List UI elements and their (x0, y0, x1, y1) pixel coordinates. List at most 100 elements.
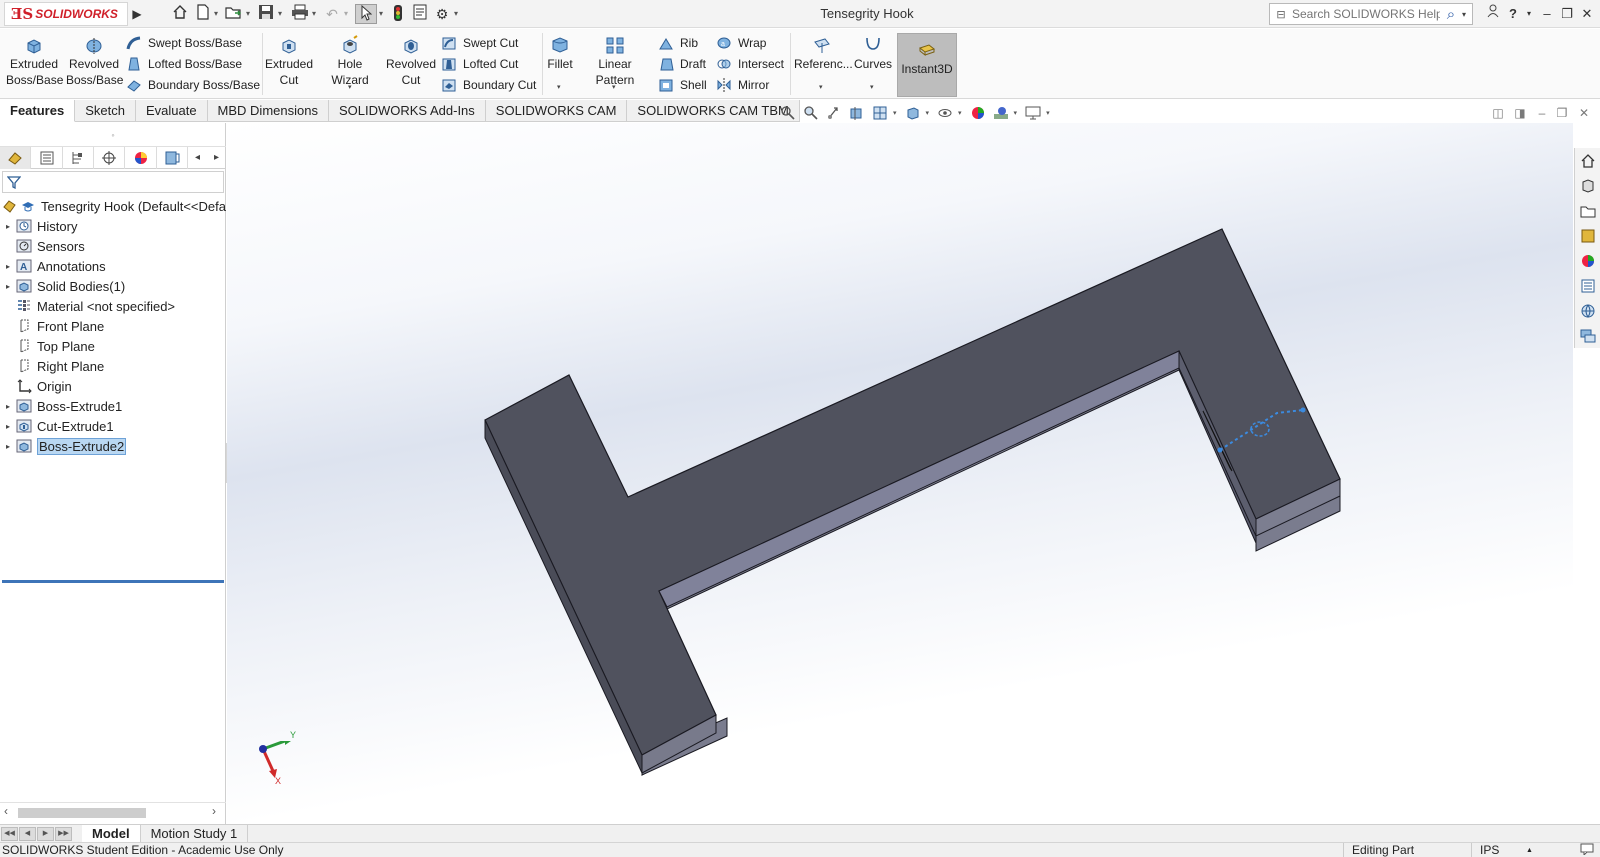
panel-grip-handle[interactable]: ◦ (0, 123, 226, 147)
expand-arrow-icon[interactable]: ▸ (0, 222, 16, 231)
save-dropdown-icon[interactable]: ▾ (276, 4, 284, 24)
tab-features[interactable]: Features (0, 100, 76, 122)
print-icon[interactable] (290, 4, 310, 24)
graphics-area[interactable]: Y X (227, 123, 1573, 824)
tab-mbd-dimensions[interactable]: MBD Dimensions (207, 100, 329, 122)
file-explorer-icon[interactable] (1576, 199, 1600, 223)
save-icon[interactable] (256, 4, 276, 24)
tree-item-solid-bodies[interactable]: ▸ Solid Bodies(1) (0, 276, 226, 296)
print-dropdown-icon[interactable]: ▾ (310, 4, 318, 24)
tabs-scroll-left-icon[interactable]: ◂ (188, 147, 207, 169)
property-manager-tab-icon[interactable] (31, 147, 63, 169)
section-view-icon[interactable] (847, 104, 867, 122)
swept-cut-button[interactable]: Swept Cut (441, 33, 518, 53)
tree-item-boss-extrude1[interactable]: ▸ Boss-Extrude1 (0, 396, 226, 416)
viewport-tile-left-icon[interactable]: ◫ (1490, 105, 1506, 121)
view-palette-icon[interactable] (1576, 224, 1600, 248)
tree-filter-box[interactable] (2, 171, 224, 193)
next-tab-icon[interactable]: ▶ (37, 826, 54, 841)
viewport-restore-icon[interactable]: ❐ (1554, 105, 1570, 121)
display-manager-tab-icon[interactable] (125, 147, 157, 169)
expand-arrow-icon[interactable]: ▸ (0, 282, 16, 291)
curves-dropdown-icon[interactable]: ▾ (870, 83, 874, 91)
cam-feature-tree-tab-icon[interactable] (157, 147, 189, 169)
tab-evaluate[interactable]: Evaluate (135, 100, 208, 122)
view-settings-dropdown-icon[interactable]: ▾ (1046, 109, 1050, 117)
tree-item-boss-extrude2[interactable]: ▸ Boss-Extrude2 (0, 436, 226, 456)
search-icon[interactable]: ⌕ (1440, 6, 1462, 23)
instant3d-button[interactable]: Instant3D (897, 33, 957, 97)
expand-arrow-icon[interactable]: ▸ (0, 422, 16, 431)
apply-scene-dropdown-icon[interactable]: ▾ (1014, 109, 1018, 117)
select-arrow-icon[interactable] (355, 4, 377, 24)
expand-arrow-icon[interactable]: ▸ (0, 262, 16, 271)
hide-show-dropdown-icon[interactable]: ▾ (958, 109, 962, 117)
view-orientation-dropdown-icon[interactable]: ▾ (893, 109, 897, 117)
restore-window-icon[interactable]: ❐ (1558, 4, 1576, 24)
wrap-button[interactable]: a Wrap (716, 33, 766, 53)
fillet-button[interactable]: Fillet (546, 35, 574, 72)
unit-system-selector[interactable]: IPS ▲ (1471, 843, 1561, 857)
home-icon[interactable] (170, 4, 190, 24)
tree-root-part[interactable]: Tensegrity Hook (Default<<Default> (0, 196, 226, 216)
mirror-button[interactable]: Mirror (716, 75, 769, 95)
boundary-cut-button[interactable]: Boundary Cut (441, 75, 536, 95)
scroll-right-icon[interactable]: › (212, 804, 216, 818)
status-chat-icon[interactable] (1580, 843, 1594, 857)
hole-wizard-button[interactable]: Hole Wizard (318, 35, 382, 88)
linear-pattern-dropdown-icon[interactable]: ▾ (612, 83, 616, 91)
revolved-cut-button[interactable]: Revolved Cut (386, 35, 436, 88)
lofted-cut-button[interactable]: Lofted Cut (441, 54, 518, 74)
feature-manager-tab-icon[interactable] (0, 147, 32, 169)
collaboration-chat-icon[interactable] (1576, 324, 1600, 348)
help-dropdown-icon[interactable]: ▾ (1520, 4, 1538, 24)
intersect-button[interactable]: Intersect (716, 54, 784, 74)
tree-item-front-plane[interactable]: Front Plane (0, 316, 226, 336)
scroll-left-icon[interactable]: ‹ (4, 804, 8, 818)
undo-icon[interactable]: ↶ (322, 4, 342, 24)
file-properties-icon[interactable] (410, 4, 430, 24)
undo-dropdown-icon[interactable]: ▾ (342, 4, 350, 24)
expand-arrow-icon[interactable]: ▸ (0, 402, 16, 411)
tab-sketch[interactable]: Sketch (75, 100, 136, 122)
view-settings-icon[interactable] (1023, 104, 1043, 122)
draft-button[interactable]: Draft (658, 54, 706, 74)
tree-item-right-plane[interactable]: Right Plane (0, 356, 226, 376)
edit-appearance-icon[interactable] (968, 104, 988, 122)
model-3d-view[interactable] (227, 123, 1573, 824)
options-dropdown-icon[interactable]: ▾ (452, 4, 460, 24)
revolved-boss-button[interactable]: Revolved Boss/Base (66, 35, 123, 88)
scrollbar-thumb[interactable] (18, 808, 146, 818)
minimize-window-icon[interactable]: – (1538, 4, 1556, 24)
lofted-boss-button[interactable]: Lofted Boss/Base (126, 54, 242, 74)
open-folder-icon[interactable] (224, 4, 244, 24)
tab-solidworks-cam-tbm[interactable]: SOLIDWORKS CAM TBM (627, 100, 800, 122)
dimxpert-manager-tab-icon[interactable] (94, 147, 126, 169)
viewport-minimize-icon[interactable]: – (1534, 105, 1550, 121)
rebuild-traffic-light-icon[interactable] (390, 4, 406, 24)
boundary-boss-button[interactable]: Boundary Boss/Base (126, 75, 260, 95)
linear-pattern-button[interactable]: Linear Pattern (578, 35, 652, 88)
tab-solidworks-cam[interactable]: SOLIDWORKS CAM (485, 100, 628, 122)
zoom-to-fit-icon[interactable] (778, 104, 798, 122)
reference-geometry-button[interactable]: Referenc... (794, 35, 853, 72)
solidworks-resources-home-icon[interactable] (1576, 149, 1600, 173)
tree-item-origin[interactable]: Origin (0, 376, 226, 396)
new-dropdown-icon[interactable]: ▾ (212, 4, 220, 24)
tabs-scroll-right-icon[interactable]: ▸ (207, 147, 226, 169)
help-search-box[interactable]: ⊟ ⌕ ▾ (1269, 3, 1473, 25)
tree-item-history[interactable]: ▸ History (0, 216, 226, 236)
shell-button[interactable]: Shell (658, 75, 707, 95)
previous-tab-icon[interactable]: ◀ (19, 826, 36, 841)
tab-solidworks-add-ins[interactable]: SOLIDWORKS Add-Ins (328, 100, 486, 122)
tree-horizontal-scrollbar[interactable]: ‹ › (0, 802, 226, 820)
tree-item-sensors[interactable]: Sensors (0, 236, 226, 256)
dynamic-annotation-views-icon[interactable] (870, 104, 890, 122)
zoom-to-area-icon[interactable] (801, 104, 821, 122)
custom-properties-icon[interactable] (1576, 274, 1600, 298)
expand-arrow-icon[interactable]: ▸ (0, 442, 16, 451)
apply-scene-icon[interactable] (991, 104, 1011, 122)
swept-boss-button[interactable]: Swept Boss/Base (126, 33, 242, 53)
close-window-icon[interactable]: ✕ (1578, 4, 1596, 24)
display-style-dropdown-icon[interactable]: ▾ (926, 109, 930, 117)
